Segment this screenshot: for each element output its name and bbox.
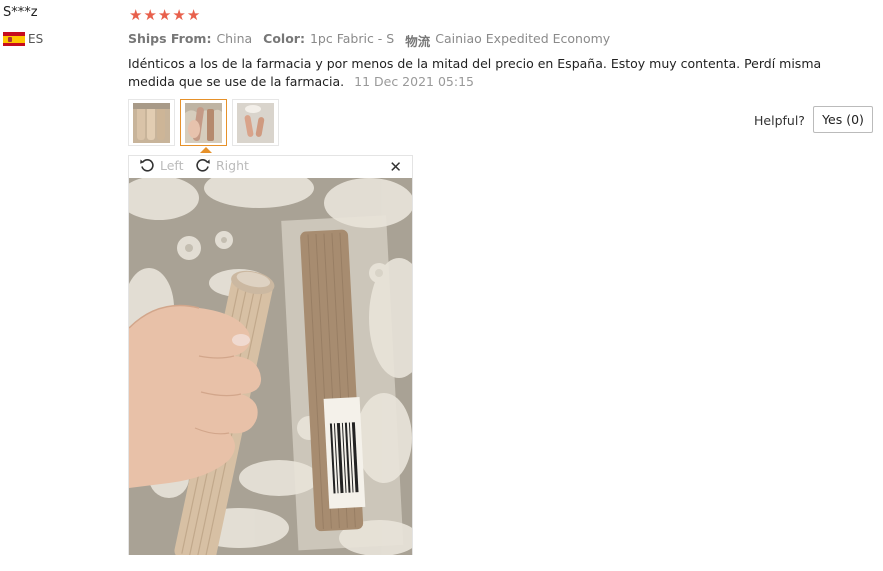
logistics-label: 物流 — [405, 34, 431, 49]
star-icon: ★ — [186, 6, 201, 24]
thumbnail-image — [185, 103, 222, 143]
review-text: Idénticos a los de la farmacia y por men… — [128, 56, 822, 89]
rotate-left-label: Left — [160, 157, 184, 173]
helpful-yes-button[interactable]: Yes (0) — [813, 106, 873, 133]
thumbnail-image — [237, 103, 274, 143]
image-viewer: Left Right ✕ — [128, 155, 413, 555]
star-icon: ★ — [129, 6, 143, 24]
rotate-right-button[interactable]: Right — [195, 157, 249, 173]
reviewer-name: S***z — [3, 5, 38, 20]
star-icon: ★ — [143, 6, 157, 24]
ships-from-value: China — [216, 31, 253, 46]
star-icon: ★ — [172, 6, 186, 24]
star-icon: ★ — [157, 6, 172, 24]
spain-flag-icon — [3, 32, 25, 46]
rotate-left-button[interactable]: Left — [139, 157, 184, 173]
review-photo — [129, 178, 412, 555]
ships-from-label: Ships From: — [128, 31, 212, 46]
active-thumbnail-indicator — [200, 147, 212, 153]
rotate-right-label: Right — [216, 157, 249, 173]
thumbnail-image — [133, 103, 170, 143]
helpful-label: Helpful? — [754, 113, 805, 128]
close-icon[interactable]: ✕ — [389, 158, 402, 176]
color-label: Color: — [263, 31, 305, 46]
review-body: Idénticos a los de la farmacia y por men… — [128, 55, 848, 91]
order-meta: Ships From: China Color: 1pc Fabric - S … — [128, 31, 610, 50]
review-thumbnail[interactable] — [128, 99, 175, 146]
review-thumbnail[interactable] — [180, 99, 227, 146]
reviewer-country: ES — [3, 32, 43, 46]
review-thumbnail[interactable] — [232, 99, 279, 146]
review-date: 11 Dec 2021 05:15 — [354, 74, 474, 89]
viewer-toolbar: Left Right ✕ — [129, 156, 412, 178]
color-value: 1pc Fabric - S — [309, 31, 395, 46]
rotate-right-icon — [196, 159, 210, 172]
review-thumbnails — [128, 99, 279, 146]
logistics-value: Cainiao Expedited Economy — [435, 31, 611, 46]
country-code: ES — [28, 32, 44, 46]
star-rating: ★ ★ ★ ★ ★ — [129, 8, 200, 23]
rotate-left-icon — [140, 159, 154, 172]
